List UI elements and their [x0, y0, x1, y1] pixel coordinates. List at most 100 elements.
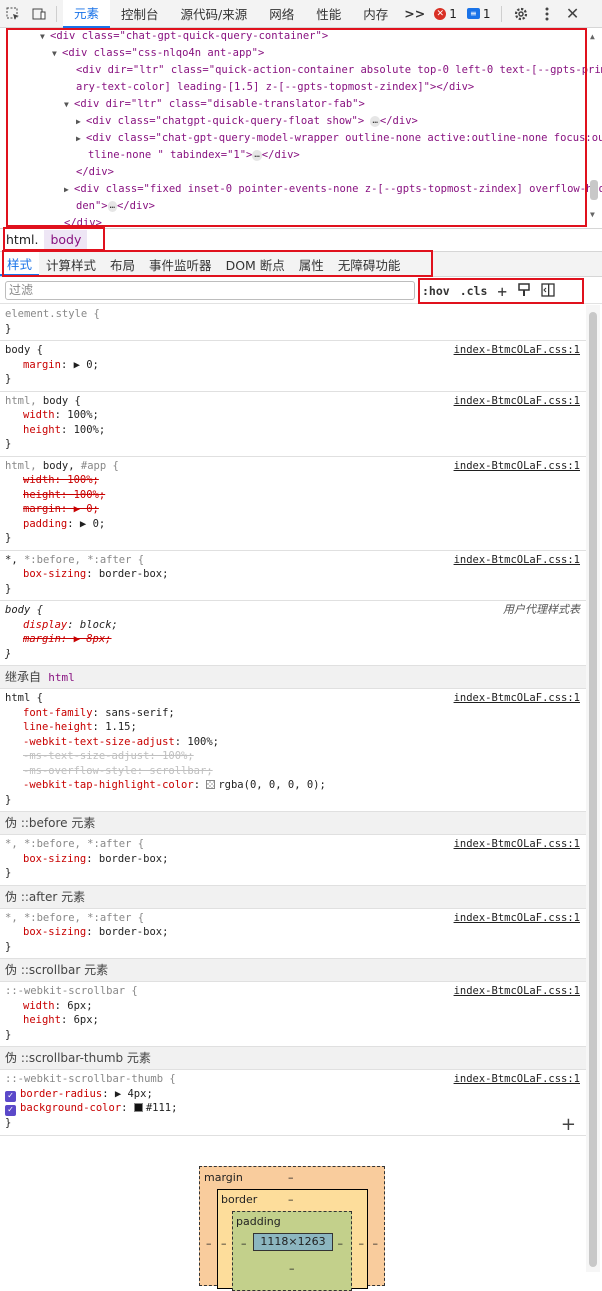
message-badge[interactable]: ≡ 1 — [466, 7, 491, 21]
tab-properties[interactable]: 属性 — [292, 252, 331, 276]
paint-brush-icon[interactable] — [517, 282, 531, 300]
inactive-property[interactable]: -ms-overflow-style: scrollbar; — [5, 765, 213, 777]
dom-node-close[interactable]: </div> — [76, 164, 114, 181]
collapsed-triangle-icon[interactable]: ▶ — [76, 130, 86, 147]
box-model-content-size[interactable]: 1118×1263 — [253, 1233, 333, 1251]
property-value[interactable]: border-box; — [99, 853, 169, 865]
tab-layout[interactable]: 布局 — [103, 252, 142, 276]
property-value[interactable]: rgba(0, 0, 0, 0); — [218, 779, 325, 791]
property-value[interactable]: ▶ 0; — [80, 518, 105, 530]
collapsed-triangle-icon[interactable]: ▶ — [64, 181, 74, 198]
filter-input[interactable]: 过滤 — [5, 281, 415, 300]
dom-node[interactable]: ▶ <div class="chatgpt-quick-query-float s… — [76, 113, 418, 130]
scroll-up-arrow-icon[interactable]: ▲ — [590, 32, 600, 42]
property-name[interactable]: height — [5, 1014, 61, 1026]
source-link[interactable]: index-BtmcOLaF.css:1 — [454, 553, 580, 568]
source-link[interactable]: index-BtmcOLaF.css:1 — [454, 459, 580, 474]
toggle-sidebar-icon[interactable] — [541, 282, 555, 300]
style-rule[interactable]: html, body, #app {index-BtmcOLaF.css:1 w… — [0, 457, 586, 551]
tab-memory[interactable]: 内存 — [352, 0, 399, 28]
property-name[interactable]: font-family — [5, 707, 93, 719]
collapsed-triangle-icon[interactable]: ▶ — [76, 113, 86, 130]
tab-dom-breakpoints[interactable]: DOM 断点 — [219, 252, 292, 276]
property-value[interactable]: 100%; — [67, 409, 99, 421]
class-toggle[interactable]: .cls — [460, 284, 488, 298]
property-name[interactable]: width — [5, 1000, 55, 1012]
dom-node[interactable]: ▼ <div class="css-nlqo4n ant-app"> — [52, 45, 264, 62]
color-swatch-icon[interactable] — [133, 1103, 143, 1112]
dom-scrollbar-thumb[interactable] — [590, 180, 598, 200]
tab-console[interactable]: 控制台 — [110, 0, 170, 28]
style-rule-element[interactable]: element.style { } — [0, 305, 586, 341]
tab-styles[interactable]: 样式 — [0, 252, 40, 276]
collapsed-content-ellipsis[interactable]: … — [252, 149, 262, 161]
tab-elements[interactable]: 元素 — [63, 0, 111, 28]
property-checkbox[interactable]: ✓ — [5, 1090, 16, 1102]
property-checkbox[interactable]: ✓ — [5, 1105, 16, 1116]
dom-node[interactable]: ▼ <div class="chat-gpt-quick-query-contai… — [40, 28, 328, 45]
breadcrumb-html[interactable]: html. — [0, 230, 44, 250]
margin-right-value[interactable]: – — [373, 1237, 379, 1250]
property-value[interactable]: 6px; — [74, 1014, 99, 1026]
source-link[interactable]: index-BtmcOLaF.css:1 — [454, 1072, 580, 1087]
tab-computed[interactable]: 计算样式 — [39, 252, 103, 276]
style-rule[interactable]: *, *:before, *:after {index-BtmcOLaF.css… — [0, 909, 586, 959]
tab-network[interactable]: 网络 — [258, 0, 305, 28]
property-value[interactable]: ▶ 4px; — [115, 1088, 153, 1100]
inspect-element-icon[interactable] — [0, 0, 26, 28]
source-link[interactable]: index-BtmcOLaF.css:1 — [454, 837, 580, 852]
overridden-property[interactable]: margin: ▶ 0; — [5, 503, 99, 515]
property-name[interactable]: height — [5, 424, 61, 436]
error-badge[interactable]: ✕ 1 — [434, 7, 457, 21]
tab-accessibility[interactable]: 无障碍功能 — [331, 252, 408, 276]
style-rule[interactable]: html {index-BtmcOLaF.css:1 font-family: … — [0, 689, 586, 812]
overridden-property[interactable]: margin: ▶ 8px; — [5, 633, 112, 645]
property-value[interactable]: block; — [80, 619, 118, 631]
property-name[interactable]: margin — [5, 359, 61, 371]
scroll-down-arrow-icon[interactable]: ▼ — [590, 210, 600, 220]
property-value[interactable]: border-box; — [99, 926, 169, 938]
dom-node[interactable]: ▶ <div class="chat-gpt-query-model-wrappe… — [76, 130, 602, 147]
margin-top-value[interactable]: – — [288, 1171, 294, 1184]
property-name[interactable]: background-color — [20, 1102, 121, 1114]
expanded-triangle-icon[interactable]: ▼ — [52, 45, 62, 62]
tab-sources[interactable]: 源代码/来源 — [170, 0, 259, 28]
source-link[interactable]: index-BtmcOLaF.css:1 — [454, 984, 580, 999]
settings-gear-icon[interactable] — [508, 0, 534, 28]
property-value[interactable]: 100%; — [74, 424, 106, 436]
property-value[interactable]: sans-serif; — [105, 707, 175, 719]
property-value[interactable]: ▶ 0; — [74, 359, 99, 371]
style-rule-user-agent[interactable]: body {用户代理样式表 display: block; margin: ▶ … — [0, 601, 586, 666]
source-link[interactable]: index-BtmcOLaF.css:1 — [454, 343, 580, 358]
close-icon[interactable]: ✕ — [560, 0, 586, 28]
dom-node-continued[interactable]: ary-text-color] leading-[1.5] z-[--gpts-… — [76, 79, 474, 96]
dom-node-continued[interactable]: tline-none " tabindex="1">… </div> — [88, 147, 300, 164]
color-swatch-icon[interactable] — [206, 780, 216, 789]
property-name[interactable]: -webkit-text-size-adjust — [5, 736, 175, 748]
padding-bottom-value[interactable]: – — [289, 1262, 295, 1275]
padding-right-value[interactable]: – — [338, 1237, 344, 1250]
expanded-triangle-icon[interactable]: ▼ — [64, 96, 74, 113]
dom-node[interactable]: <div dir="ltr" class="quick-action-conta… — [76, 62, 602, 79]
dom-node[interactable]: ▼ <div dir="ltr" class="disable-translato… — [64, 96, 365, 113]
style-rule[interactable]: *, *:before, *:after {index-BtmcOLaF.css… — [0, 835, 586, 886]
property-name[interactable]: box-sizing — [5, 568, 86, 580]
dom-node-continued[interactable]: den">… </div> — [76, 198, 155, 215]
collapsed-content-ellipsis[interactable]: … — [370, 115, 380, 127]
border-right-value[interactable]: – — [359, 1237, 365, 1250]
tab-performance[interactable]: 性能 — [305, 0, 352, 28]
border-left-value[interactable]: – — [221, 1237, 227, 1250]
property-name[interactable]: box-sizing — [5, 853, 86, 865]
inherited-element-link[interactable]: html — [48, 671, 75, 684]
style-rule[interactable]: html, body {index-BtmcOLaF.css:1 width: … — [0, 392, 586, 457]
style-rule[interactable]: ::-webkit-scrollbar {index-BtmcOLaF.css:… — [0, 982, 586, 1047]
expanded-triangle-icon[interactable]: ▼ — [40, 28, 50, 45]
property-name[interactable]: -webkit-tap-highlight-color — [5, 779, 194, 791]
style-rule[interactable]: body {index-BtmcOLaF.css:1 margin: ▶ 0; … — [0, 341, 586, 392]
dom-node[interactable]: ▶ <div class="fixed inset-0 pointer-event… — [64, 181, 602, 198]
overridden-property[interactable]: width: 100%; — [5, 474, 99, 486]
property-value[interactable]: 1.15; — [105, 721, 137, 733]
styles-scrollbar-thumb[interactable] — [589, 312, 597, 1267]
more-tabs-button[interactable]: >> — [399, 0, 430, 28]
property-name[interactable]: padding — [5, 518, 67, 530]
